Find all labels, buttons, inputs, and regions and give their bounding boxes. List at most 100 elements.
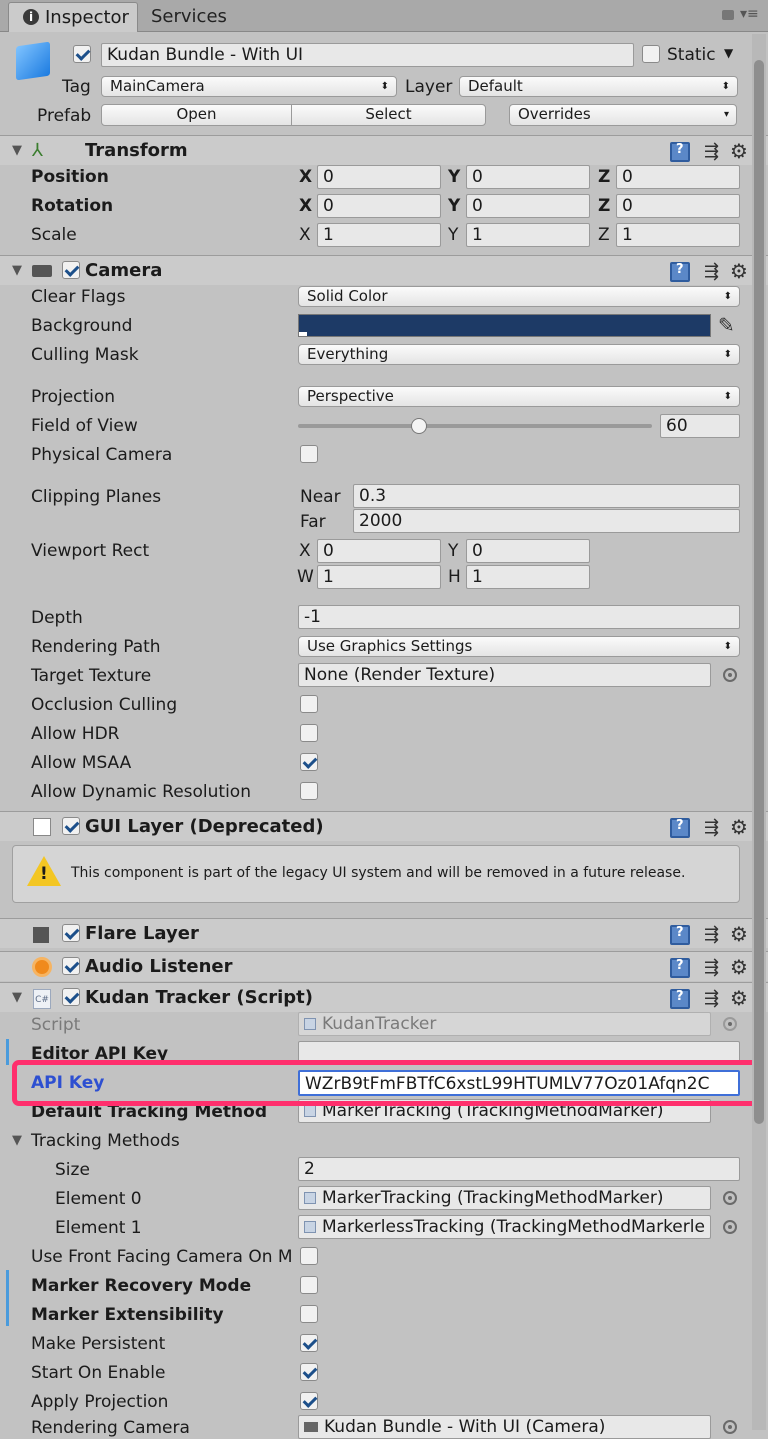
marker-extensibility-label: Marker Extensibility — [31, 1305, 224, 1325]
rendering-camera-value: Kudan Bundle - With UI (Camera) — [324, 1417, 606, 1437]
viewport-x-field[interactable]: 0 — [317, 539, 441, 563]
prefab-select-button[interactable]: Select — [291, 104, 486, 126]
lock-icon[interactable] — [722, 10, 734, 20]
rendering-camera-field[interactable]: Kudan Bundle - With UI (Camera) — [298, 1415, 711, 1439]
viewport-h-field[interactable]: 1 — [466, 565, 590, 589]
preset-icon[interactable]: ⇶ — [704, 989, 719, 1009]
static-checkbox[interactable] — [642, 45, 660, 63]
tab-inspector-label: Inspector — [45, 7, 129, 28]
rotation-z-field[interactable]: 0 — [616, 194, 740, 218]
tab-inspector[interactable]: i Inspector — [8, 2, 138, 32]
allow-msaa-checkbox[interactable] — [300, 753, 318, 771]
target-texture-field[interactable]: None (Render Texture) — [298, 663, 711, 687]
foldout-arrow-icon[interactable]: ▼ — [12, 256, 22, 286]
viewport-y-field[interactable]: 0 — [466, 539, 590, 563]
layer-dropdown[interactable]: Default ⬍ — [459, 76, 738, 97]
allow-dynamic-resolution-checkbox[interactable] — [300, 782, 318, 800]
scale-z-field[interactable]: 1 — [616, 223, 740, 247]
background-color-swatch[interactable] — [298, 314, 711, 337]
rotation-y-field[interactable]: 0 — [466, 194, 590, 218]
help-book-icon[interactable] — [670, 958, 690, 978]
front-camera-checkbox[interactable] — [300, 1247, 318, 1265]
preset-icon[interactable]: ⇶ — [704, 142, 719, 162]
element1-field[interactable]: MarkerlessTracking (TrackingMethodMarker… — [298, 1215, 711, 1239]
far-field[interactable]: 2000 — [353, 509, 740, 533]
depth-field[interactable]: -1 — [298, 605, 740, 629]
object-name-field[interactable]: Kudan Bundle - With UI — [101, 43, 634, 67]
position-z-field[interactable]: 0 — [616, 165, 740, 189]
preset-icon[interactable]: ⇶ — [704, 262, 719, 282]
object-picker-icon[interactable] — [723, 1420, 737, 1434]
size-field[interactable]: 2 — [298, 1157, 740, 1181]
preset-icon[interactable]: ⇶ — [704, 925, 719, 945]
rotation-x-field[interactable]: 0 — [317, 194, 441, 218]
tracking-methods-foldout-icon[interactable]: ▼ — [12, 1126, 22, 1156]
foldout-arrow-icon[interactable]: ▼ — [12, 983, 22, 1013]
scrollbar-thumb[interactable] — [754, 60, 764, 1124]
csharp-script-icon — [304, 1105, 316, 1117]
camera-header[interactable]: ▼ Camera ⇶⚙ — [0, 255, 768, 285]
script-value: KudanTracker — [322, 1014, 437, 1034]
tab-services[interactable]: Services — [151, 6, 227, 28]
physical-camera-checkbox[interactable] — [300, 445, 318, 463]
help-book-icon[interactable] — [670, 142, 690, 162]
flare-layer-header[interactable]: Flare Layer ⇶⚙ — [0, 918, 768, 948]
make-persistent-checkbox[interactable] — [300, 1334, 318, 1352]
object-picker-icon[interactable] — [723, 1191, 737, 1205]
component-icons: ⇶⚙ — [670, 140, 754, 162]
clear-flags-dropdown[interactable]: Solid Color ⬍ — [298, 286, 740, 307]
object-picker-icon[interactable] — [723, 1220, 737, 1234]
tag-value: MainCamera — [110, 77, 205, 95]
gear-icon[interactable]: ⚙ — [730, 956, 748, 978]
position-y-field[interactable]: 0 — [466, 165, 590, 189]
marker-extensibility-checkbox[interactable] — [300, 1305, 318, 1323]
audio-listener-header[interactable]: Audio Listener ⇶⚙ — [0, 951, 768, 981]
scale-x-field[interactable]: 1 — [317, 223, 441, 247]
fov-field[interactable]: 60 — [660, 414, 740, 438]
tracking-methods-label[interactable]: Tracking Methods — [31, 1130, 180, 1152]
foldout-arrow-icon[interactable]: ▼ — [12, 136, 22, 166]
occlusion-culling-checkbox[interactable] — [300, 695, 318, 713]
marker-recovery-checkbox[interactable] — [300, 1276, 318, 1294]
flare-enabled-checkbox[interactable] — [62, 924, 80, 942]
gear-icon[interactable]: ⚙ — [730, 140, 748, 162]
preset-icon[interactable]: ⇶ — [704, 818, 719, 838]
rendering-path-dropdown[interactable]: Use Graphics Settings ⬍ — [298, 636, 740, 657]
gear-icon[interactable]: ⚙ — [730, 987, 748, 1009]
help-book-icon[interactable] — [670, 818, 690, 838]
element0-field[interactable]: MarkerTracking (TrackingMethodMarker) — [298, 1186, 711, 1210]
kudan-enabled-checkbox[interactable] — [62, 988, 80, 1006]
culling-mask-dropdown[interactable]: Everything ⬍ — [298, 344, 740, 365]
object-picker-icon[interactable] — [723, 668, 737, 682]
audio-listener-enabled-checkbox[interactable] — [62, 957, 80, 975]
transform-header[interactable]: ▼ ⅄ Transform ⇶⚙ — [0, 135, 768, 165]
gear-icon[interactable]: ⚙ — [730, 923, 748, 945]
apply-projection-checkbox[interactable] — [300, 1392, 318, 1410]
near-field[interactable]: 0.3 — [353, 484, 740, 508]
menu-icon[interactable]: ▾≡ — [740, 6, 759, 22]
help-book-icon[interactable] — [670, 925, 690, 945]
gear-icon[interactable]: ⚙ — [730, 816, 748, 838]
help-book-icon[interactable] — [670, 262, 690, 282]
eyedropper-icon[interactable]: ✎ — [718, 313, 735, 337]
active-checkbox[interactable] — [73, 45, 91, 63]
camera-enabled-checkbox[interactable] — [62, 261, 80, 279]
help-book-icon[interactable] — [670, 989, 690, 1009]
gui-layer-enabled-checkbox[interactable] — [62, 817, 80, 835]
fov-slider-thumb[interactable] — [411, 418, 428, 434]
position-x-field[interactable]: 0 — [317, 165, 441, 189]
kudan-tracker-header[interactable]: ▼ C# Kudan Tracker (Script) ⇶⚙ — [0, 982, 768, 1012]
preset-icon[interactable]: ⇶ — [704, 958, 719, 978]
tag-dropdown[interactable]: MainCamera ⬍ — [101, 76, 397, 97]
fov-slider-track[interactable] — [298, 424, 652, 428]
projection-dropdown[interactable]: Perspective ⬍ — [298, 386, 740, 407]
allow-hdr-checkbox[interactable] — [300, 724, 318, 742]
static-dropdown-arrow[interactable]: ▼ — [724, 46, 733, 60]
start-on-enable-checkbox[interactable] — [300, 1363, 318, 1381]
prefab-open-button[interactable]: Open — [101, 104, 292, 126]
gear-icon[interactable]: ⚙ — [730, 260, 748, 282]
viewport-w-field[interactable]: 1 — [317, 565, 441, 589]
overrides-dropdown[interactable]: Overrides ▾ — [509, 104, 737, 126]
gui-layer-header[interactable]: GUI Layer (Deprecated) ⇶⚙ — [0, 811, 768, 841]
scale-y-field[interactable]: 1 — [466, 223, 590, 247]
